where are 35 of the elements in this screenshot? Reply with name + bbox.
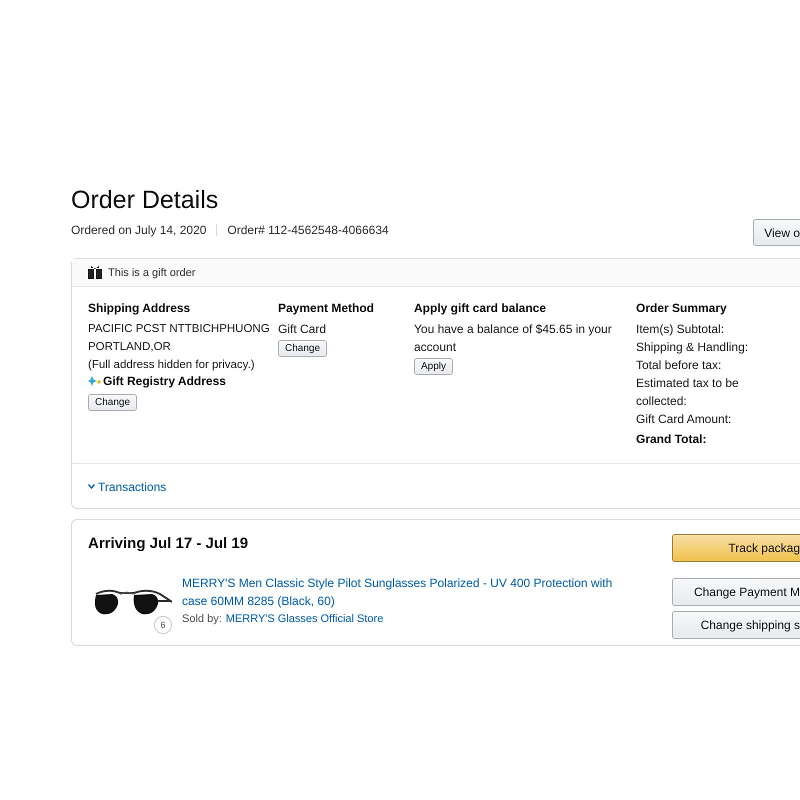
arrival-title: Arriving Jul 17 - Jul 19	[88, 534, 250, 552]
sparkle-icon	[88, 376, 101, 386]
shipping-heading: Shipping Address	[88, 301, 190, 315]
gift-icon	[88, 266, 102, 279]
order-date: Ordered on July 14, 2020	[71, 223, 206, 237]
gift-registry-label: Gift Registry Address	[103, 374, 226, 388]
address-line: (Full address hidden for privacy.)	[88, 358, 255, 373]
payment-method: Gift Card	[278, 321, 326, 338]
balance-text: You have a balance of $45.65 in your account	[414, 321, 613, 356]
action-button[interactable]: Change Payment M	[672, 578, 800, 606]
gift-balance-heading: Apply gift card balance	[414, 301, 546, 315]
page-title: Order Details	[71, 185, 220, 216]
product-link[interactable]: MERRY'S Men Classic Style Pilot Sunglasses Polarized - UV 400 Protection with case 60MM 8285 (Black, 60)	[182, 574, 632, 610]
change-button[interactable]: Change	[278, 340, 328, 357]
address-line: PACIFIC PCST NTTBICHPHUONG	[88, 322, 270, 337]
view-button[interactable]: View o	[753, 219, 800, 246]
grand-total-label: Grand Total:	[636, 432, 706, 446]
summary-label: Item(s) Subtotal:	[636, 321, 726, 338]
summary-heading: Order Summary	[636, 301, 727, 315]
change-button[interactable]: Change	[88, 394, 138, 411]
payment-heading: Payment Method	[278, 301, 374, 315]
seller-link[interactable]: MERRY'S Glasses Official Store	[226, 610, 384, 628]
gift-notice: This is a gift order	[108, 266, 196, 278]
track-package-button[interactable]: Track packag	[672, 534, 800, 562]
summary-label: Total before tax:	[636, 357, 722, 374]
apply-button[interactable]: Apply	[414, 358, 454, 375]
transactions-link[interactable]: Transactions	[88, 480, 166, 494]
action-button[interactable]: Change shipping s	[672, 610, 800, 638]
summary-label: Shipping & Handling:	[636, 339, 750, 356]
summary-label: Gift Card Amount:	[636, 411, 732, 428]
order-number: Order# 112-4562548-4066634	[227, 223, 389, 237]
sold-by-label: Sold by:	[182, 612, 222, 626]
summary-label: Estimated tax to be collected:	[636, 375, 740, 410]
address-line: PORTLAND,OR	[88, 340, 171, 355]
chevron-icon	[88, 484, 95, 489]
